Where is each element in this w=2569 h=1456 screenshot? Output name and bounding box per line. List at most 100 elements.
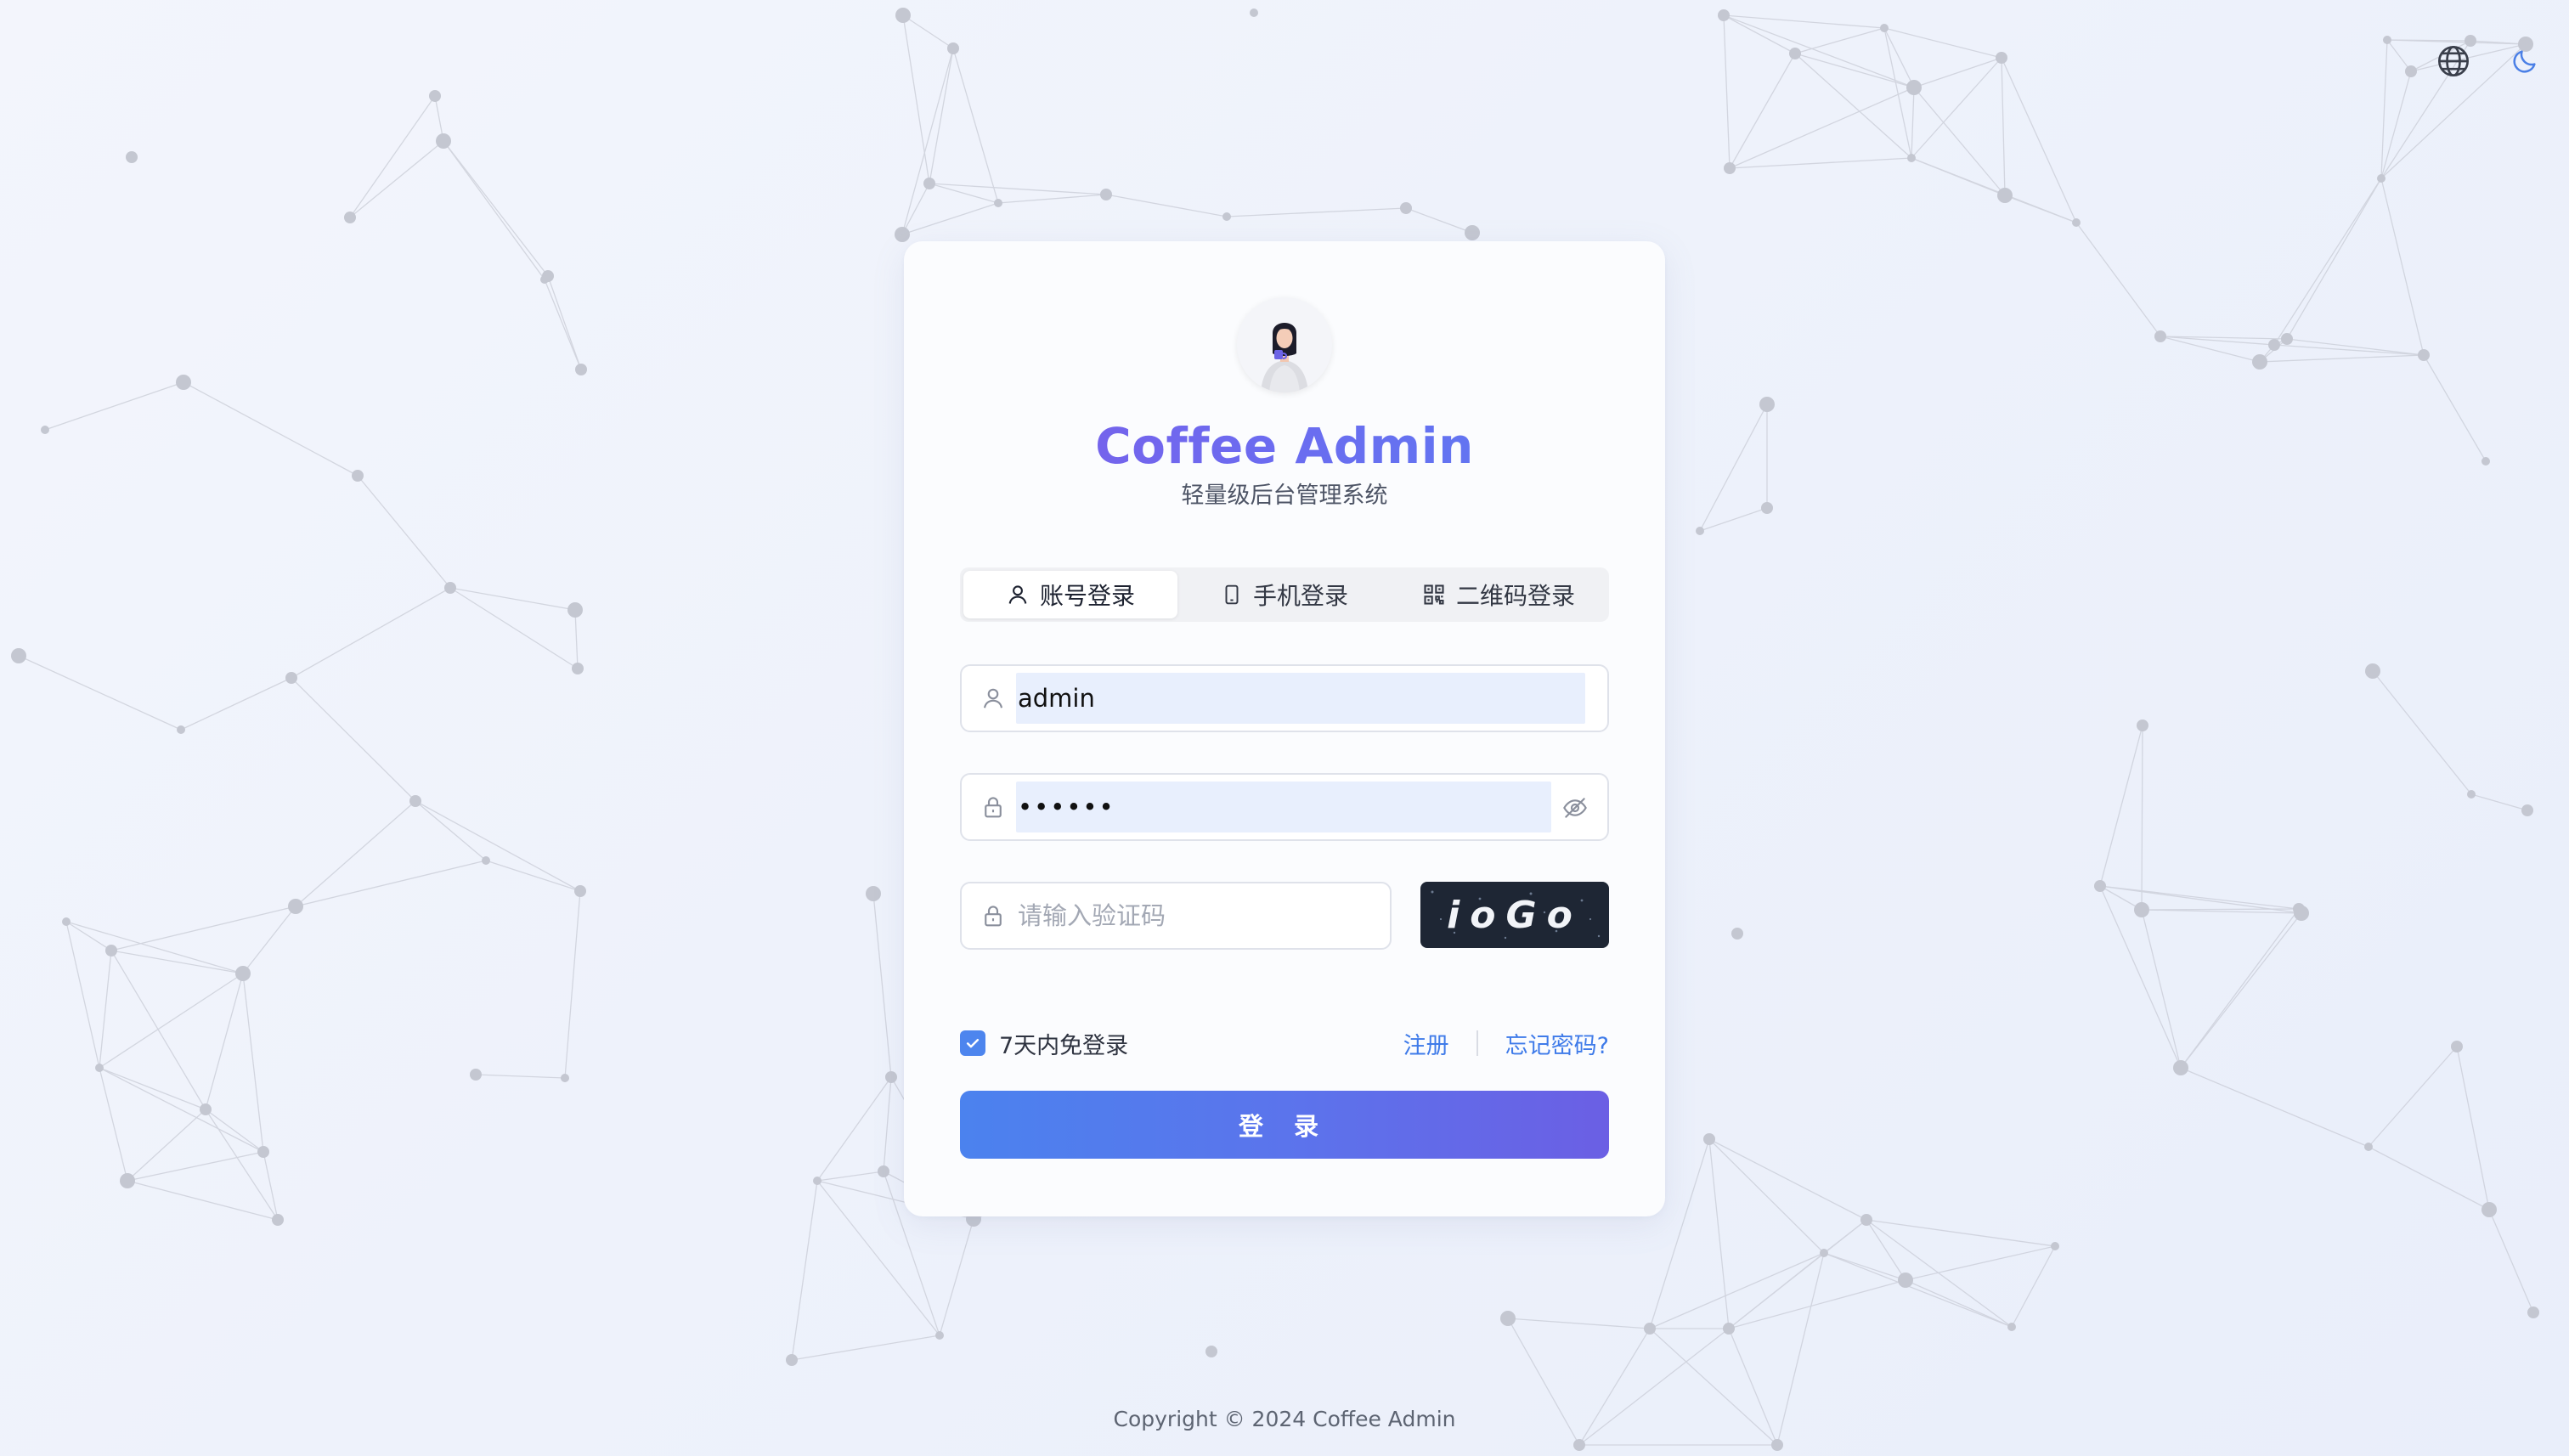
network-edge: [1794, 27, 1885, 54]
username-input[interactable]: [1018, 674, 1578, 722]
network-node: [2527, 1306, 2539, 1318]
network-node: [1759, 397, 1775, 412]
network-node: [1100, 189, 1112, 200]
globe-icon[interactable]: [2430, 37, 2477, 85]
network-edge: [2075, 222, 2161, 337]
network-edge: [205, 1109, 264, 1153]
network-node: [285, 672, 297, 684]
tab-phone-login[interactable]: 手机登录: [1177, 571, 1392, 618]
network-edge: [349, 95, 436, 218]
network-edge: [1729, 53, 1796, 169]
network-edge: [44, 381, 184, 431]
network-node: [540, 275, 549, 284]
qrcode-icon: [1424, 584, 1444, 605]
network-edge: [242, 973, 264, 1153]
network-edge: [2001, 57, 2006, 196]
network-node: [2072, 218, 2081, 227]
network-edge: [883, 1076, 892, 1172]
network-edge: [127, 1180, 279, 1221]
network-node: [409, 795, 421, 807]
user-icon: [1008, 585, 1027, 604]
network-node: [1906, 80, 1922, 95]
login-button[interactable]: 登 录: [960, 1091, 1609, 1159]
network-edge: [901, 48, 954, 235]
network-node: [1723, 1323, 1735, 1335]
network-edge: [18, 655, 182, 731]
network-edge: [1728, 1279, 1906, 1329]
network-edge: [1866, 1219, 2056, 1247]
network-node: [1789, 48, 1801, 59]
network-edge: [2380, 178, 2425, 356]
network-node: [2094, 880, 2106, 892]
eye-off-icon[interactable]: [1561, 794, 1589, 821]
network-node: [2365, 663, 2380, 679]
password-input[interactable]: [1018, 783, 1544, 831]
network-node: [2364, 1143, 2373, 1151]
network-node: [288, 899, 303, 914]
network-node: [1724, 162, 1736, 174]
network-node: [2051, 1242, 2059, 1250]
network-edge: [349, 140, 444, 218]
network-edge: [291, 677, 416, 802]
network-edge: [1823, 1252, 2013, 1328]
network-node: [561, 1074, 569, 1082]
network-edge: [1866, 1219, 1906, 1281]
network-edge: [2372, 670, 2472, 795]
network-node: [1465, 225, 1480, 240]
register-link[interactable]: 注册: [1403, 1027, 1449, 1060]
page-title: Coffee Admin: [904, 416, 1665, 476]
network-edge: [65, 921, 244, 974]
network-edge: [415, 800, 487, 861]
moon-icon[interactable]: [2501, 37, 2549, 85]
network-edge: [1729, 87, 1915, 169]
network-node: [2451, 1041, 2463, 1052]
user-icon: [983, 688, 1003, 708]
network-node: [2281, 333, 2293, 345]
network-edge: [1823, 1252, 1906, 1281]
network-edge: [2011, 1245, 2056, 1328]
tab-qrcode-login[interactable]: 二维码登录: [1392, 571, 1606, 618]
network-edge: [2456, 1046, 2490, 1211]
network-edge: [2273, 178, 2382, 346]
network-edge: [205, 1109, 279, 1221]
network-edge: [2368, 1146, 2490, 1211]
network-edge: [952, 48, 999, 204]
captcha-input[interactable]: [1018, 892, 1375, 940]
network-node: [1644, 1323, 1656, 1335]
network-edge: [291, 587, 451, 679]
network-node: [2418, 349, 2430, 361]
network-node: [2383, 36, 2391, 44]
network-node: [878, 1165, 889, 1177]
network-edge: [2180, 908, 2300, 1069]
remember-checkbox[interactable]: [960, 1030, 985, 1056]
network-edge: [1708, 1138, 1825, 1254]
network-node: [1696, 527, 1704, 535]
network-edge: [2380, 39, 2388, 179]
tab-label: 手机登录: [1252, 582, 1348, 610]
network-node: [1880, 24, 1889, 32]
network-node: [947, 42, 959, 54]
network-edge: [449, 587, 576, 611]
check-icon: [966, 1039, 980, 1048]
network-node: [200, 1103, 212, 1115]
network-node: [2294, 906, 2309, 921]
network-node: [1761, 502, 1773, 514]
copyright-text: Copyright © 2024 Coffee Admin: [1113, 1407, 1456, 1431]
network-node: [1820, 1249, 1828, 1257]
network-edge: [929, 183, 1107, 195]
network-edge: [997, 194, 1107, 204]
network-edge: [65, 921, 112, 951]
network-node: [95, 1064, 104, 1072]
network-node: [2481, 457, 2490, 466]
network-node: [429, 90, 441, 102]
tab-account-login[interactable]: 账号登录: [963, 571, 1177, 618]
network-node: [1400, 202, 1412, 214]
login-method-tabs: 账号登录 手机登录 二维码登录: [960, 567, 1609, 622]
network-node: [470, 1069, 482, 1081]
network-node: [895, 8, 911, 23]
network-edge: [1883, 27, 1912, 159]
captcha-image[interactable]: ioGo: [1420, 882, 1609, 948]
network-node: [895, 227, 910, 242]
network-node: [1703, 1133, 1715, 1145]
forgot-password-link[interactable]: 忘记密码?: [1505, 1027, 1609, 1060]
